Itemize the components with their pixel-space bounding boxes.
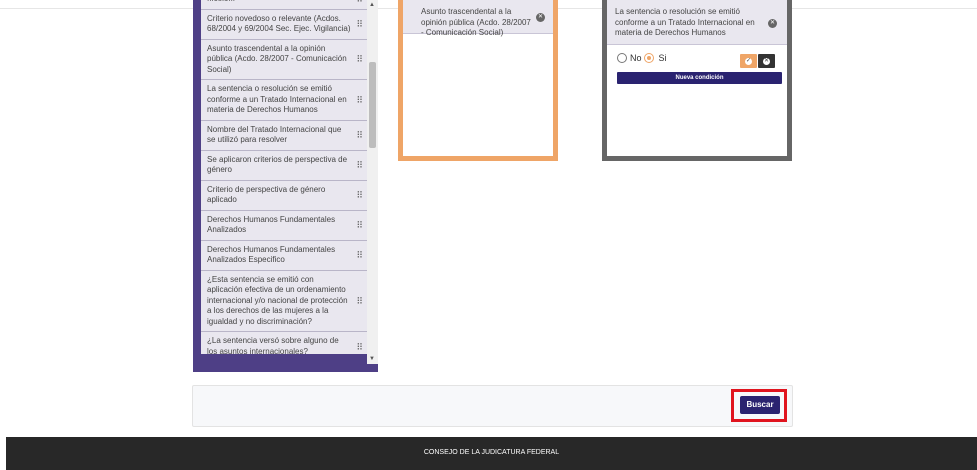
field-list-item-label: Asunto trascendental a la opinión públic… [207, 43, 347, 74]
radio-si[interactable] [643, 53, 654, 63]
field-list-item-label: ¿Esta sentencia se emitió con aplicación… [207, 274, 348, 326]
scroll-thumb[interactable] [369, 62, 376, 148]
drag-handle-icon[interactable]: ⠿ [356, 250, 363, 261]
drag-handle-icon[interactable]: ⠿ [356, 95, 363, 106]
condition-card: La sentencia o resolución se emitió conf… [602, 0, 792, 161]
radio-si-label: Si [658, 53, 667, 63]
drag-handle-icon[interactable]: ⠿ [356, 54, 363, 65]
field-list-item[interactable]: Se aplicaron criterios de perspectiva de… [201, 150, 367, 181]
check-icon: ✓ [745, 57, 752, 65]
field-list-item[interactable]: Criterio de perspectiva de género aplica… [201, 180, 367, 211]
field-list-item-label: Criterio novedoso o relevante (Acdos. 68… [207, 13, 351, 34]
field-list-item[interactable]: Derechos Humanos Fundamentales Analizado… [201, 240, 367, 271]
field-list-item-label: Se aplicaron criterios de perspectiva de… [207, 154, 348, 175]
close-icon: ✕ [763, 57, 770, 65]
drag-handle-icon[interactable]: ⠿ [356, 341, 363, 352]
buscar-button[interactable]: Buscar [740, 396, 780, 414]
condition-field-item[interactable]: La sentencia o resolución se emitió conf… [607, 0, 787, 45]
drag-handle-icon[interactable]: ⠿ [356, 160, 363, 171]
orange-drop-zone[interactable]: Asunto trascendental a la opinión públic… [398, 0, 558, 161]
radio-no[interactable] [617, 53, 627, 63]
field-list-item-label: Nombre del Tratado Internacional que se … [207, 124, 342, 145]
drag-handle-icon[interactable]: ⠿ [356, 0, 363, 5]
radio-no-label: No [630, 53, 642, 63]
footer-text: CONSEJO DE LA JUDICATURA FEDERAL [423, 449, 560, 456]
field-list-item-label: Derechos Humanos Fundamentales Analizado… [207, 214, 336, 235]
nueva-condicion-button[interactable]: Nueva condición [617, 72, 782, 84]
condition-field-label: La sentencia o resolución se emitió conf… [615, 7, 755, 37]
field-list-panel: ...celo... ⠿ Criterio novedoso o relevante… [193, 0, 378, 372]
field-list-item[interactable]: ¿Esta sentencia se emitió con aplicación… [201, 270, 367, 332]
field-list-item-label: Derechos Humanos Fundamentales Analizado… [207, 244, 336, 265]
field-list: ...celo... ⠿ Criterio novedoso o relevante… [201, 0, 367, 354]
condition-radio-group: No Si [617, 53, 669, 63]
drag-handle-icon[interactable]: ⠿ [356, 220, 363, 231]
field-list-scrollbar[interactable]: ▲ ▼ [367, 0, 378, 364]
field-list-item[interactable]: Criterio novedoso o relevante (Acdos. 68… [201, 9, 367, 40]
drag-handle-icon[interactable]: ⠿ [356, 296, 363, 307]
field-list-item-label: Criterio de perspectiva de género aplica… [207, 184, 326, 205]
field-list-item[interactable]: ...celo... ⠿ [201, 0, 367, 10]
field-list-item-label: ...celo... [207, 0, 235, 3]
field-list-item-label: ¿La sentencia versó sobre alguno de los … [207, 336, 339, 354]
footer: CONSEJO DE LA JUDICATURA FEDERAL [6, 437, 977, 470]
field-list-item[interactable]: Asunto trascendental a la opinión públic… [201, 39, 367, 80]
drag-handle-icon[interactable]: ⠿ [356, 190, 363, 201]
field-list-item-label: La sentencia o resolución se emitió conf… [207, 84, 347, 114]
field-list-item[interactable]: Nombre del Tratado Internacional que se … [201, 120, 367, 151]
dropped-field-label: Asunto trascendental a la opinión públic… [421, 7, 531, 37]
condition-remove-button[interactable]: ✕ [758, 54, 775, 68]
remove-icon[interactable]: ✕ [768, 19, 777, 28]
search-bar [192, 385, 793, 427]
field-list-item[interactable]: Derechos Humanos Fundamentales Analizado… [201, 210, 367, 241]
drag-handle-icon[interactable]: ⠿ [356, 130, 363, 141]
field-list-item[interactable]: La sentencia o resolución se emitió conf… [201, 80, 367, 121]
dropped-field-item[interactable]: Asunto trascendental a la opinión públic… [403, 0, 553, 37]
field-list-item[interactable]: ¿La sentencia versó sobre alguno de los … [201, 332, 367, 354]
remove-icon[interactable]: ✕ [536, 13, 545, 22]
condition-orange-button[interactable]: ✓ [740, 54, 757, 68]
drag-handle-icon[interactable]: ⠿ [356, 19, 363, 30]
scroll-down-icon[interactable]: ▼ [369, 356, 375, 362]
scroll-up-icon[interactable]: ▲ [369, 2, 375, 8]
